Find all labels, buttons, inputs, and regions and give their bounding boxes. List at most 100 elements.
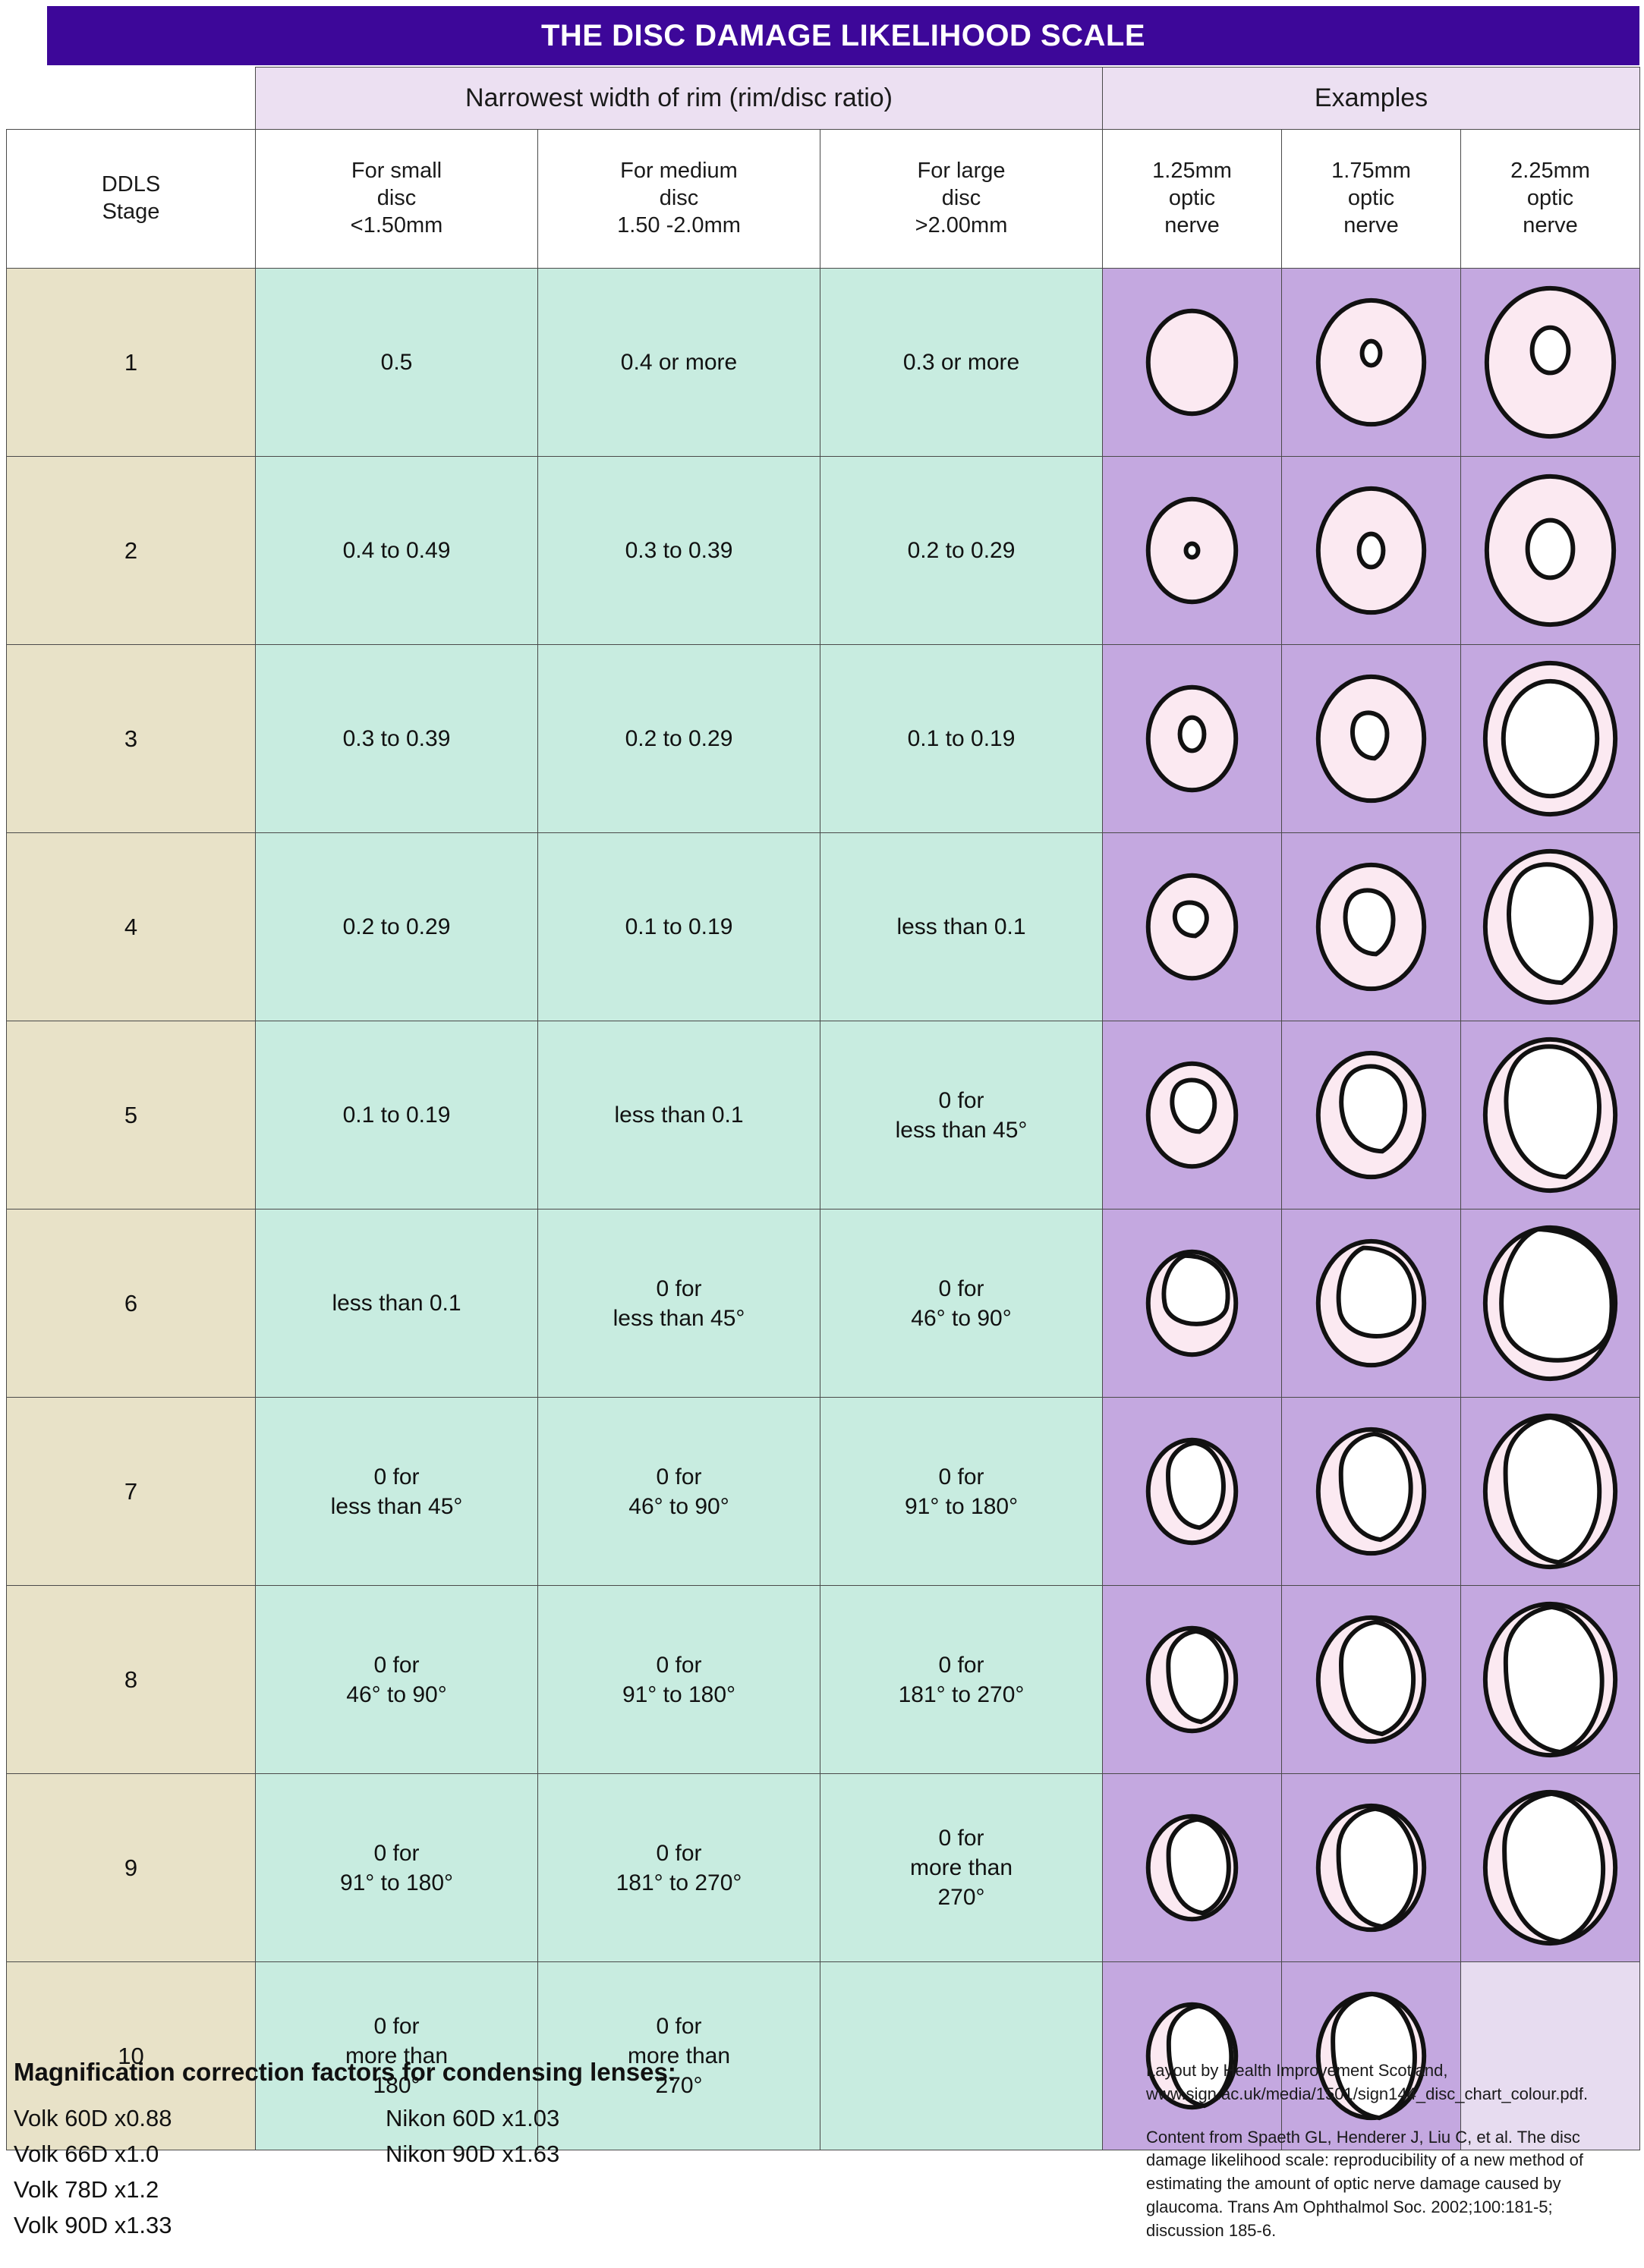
lens-volk-item: Volk 60D x0.88 — [14, 2105, 172, 2131]
lens-nikon-item: Nikon 90D x1.63 — [386, 2141, 560, 2168]
optic-disc-illustration-125 — [1102, 1773, 1283, 1962]
table-header: Narrowest width of rim (rim/disc ratio) … — [6, 67, 1641, 269]
optic-disc-illustration-225 — [1460, 1021, 1641, 1209]
stage-cell: 9 — [6, 1773, 256, 1962]
credit-spacer — [1146, 2106, 1632, 2126]
chart-footer: Magnification correction factors for con… — [0, 2058, 1644, 2268]
optic-disc-illustration-175 — [1281, 1209, 1462, 1398]
magnification-section: Magnification correction factors for con… — [14, 2058, 1016, 2238]
page-title: THE DISC DAMAGE LIKELIHOOD SCALE — [540, 18, 1146, 52]
ratio-cell-large: 0 for less than 45° — [819, 1021, 1104, 1209]
table-row: 6 less than 0.1 0 for less than 45° 0 for 46°… — [6, 1209, 1641, 1398]
optic-disc-illustration-125 — [1102, 1209, 1283, 1398]
column-header-0: DDLS Stage — [6, 129, 256, 269]
ratio-cell-medium: 0 for 46° to 90° — [537, 1397, 820, 1586]
stage-cell: 1 — [6, 268, 256, 457]
table-row: 3 0.3 to 0.39 0.2 to 0.29 0.1 to 0.19 — [6, 644, 1641, 833]
lens-volk-item: Volk 66D x1.0 — [14, 2141, 159, 2168]
disc-graphic — [1103, 645, 1281, 832]
optic-disc-illustration-175 — [1281, 1397, 1462, 1586]
optic-disc-illustration-125 — [1102, 1021, 1283, 1209]
disc-graphic — [1461, 833, 1639, 1021]
table-body: 1 0.5 0.4 or more 0.3 or more 2 0.4 to 0.49 0.… — [6, 268, 1641, 2150]
ratio-cell-medium: 0.3 to 0.39 — [537, 456, 820, 645]
disc-graphic — [1461, 1021, 1639, 1209]
content-credit: Content from Spaeth GL, Henderer J, Liu … — [1146, 2127, 1583, 2240]
column-header-4: 1.25mm optic nerve — [1102, 129, 1283, 269]
group-header-rim: Narrowest width of rim (rim/disc ratio) — [254, 67, 1104, 130]
disc-graphic — [1461, 269, 1639, 456]
disc-graphic — [1103, 269, 1281, 456]
disc-graphic — [1461, 1398, 1639, 1585]
stage-cell: 7 — [6, 1397, 256, 1586]
table-row: 1 0.5 0.4 or more 0.3 or more — [6, 268, 1641, 457]
disc-graphic — [1282, 833, 1460, 1021]
ratio-cell-small: less than 0.1 — [255, 1209, 538, 1398]
table-row: 5 0.1 to 0.19 less than 0.1 0 for less than … — [6, 1021, 1641, 1209]
ratio-cell-large: 0 for 46° to 90° — [819, 1209, 1104, 1398]
optic-disc-illustration-225 — [1460, 1585, 1641, 1774]
ratio-cell-medium: 0 for less than 45° — [537, 1209, 820, 1398]
ratio-cell-large: 0.1 to 0.19 — [819, 644, 1104, 833]
disc-graphic — [1103, 1021, 1281, 1209]
stage-cell: 8 — [6, 1585, 256, 1774]
ratio-cell-medium: 0 for 91° to 180° — [537, 1585, 820, 1774]
optic-disc-illustration-225 — [1460, 1209, 1641, 1398]
optic-disc-illustration-125 — [1102, 456, 1283, 645]
group-header-blank — [6, 67, 256, 130]
chart-title-bar: THE DISC DAMAGE LIKELIHOOD SCALE — [47, 6, 1639, 65]
ratio-cell-large: less than 0.1 — [819, 832, 1104, 1021]
optic-disc-illustration-125 — [1102, 644, 1283, 833]
optic-disc-illustration-175 — [1281, 1021, 1462, 1209]
ratio-cell-medium: 0.1 to 0.19 — [537, 832, 820, 1021]
ddls-table: Narrowest width of rim (rim/disc ratio) … — [6, 67, 1641, 2150]
ratio-cell-large: 0.3 or more — [819, 268, 1104, 457]
layout-credit: Layout by Health Improvement Scotland, w… — [1146, 2061, 1589, 2103]
ddls-chart-page: THE DISC DAMAGE LIKELIHOOD SCALE Narrowe… — [0, 0, 1644, 2268]
ratio-cell-large: 0.2 to 0.29 — [819, 456, 1104, 645]
table-row: 90 for 91° to 180° 0 for 181° to 270° 0 for m… — [6, 1773, 1641, 1962]
ratio-cell-medium: 0.4 or more — [537, 268, 820, 457]
disc-graphic — [1282, 1209, 1460, 1397]
optic-disc-illustration-125 — [1102, 832, 1283, 1021]
group-header-examples: Examples — [1102, 67, 1641, 130]
disc-graphic — [1461, 645, 1639, 832]
optic-disc-illustration-225 — [1460, 456, 1641, 645]
lens-nikon-item: Nikon 60D x1.03 — [386, 2105, 560, 2131]
stage-cell: 2 — [6, 456, 256, 645]
optic-disc-illustration-125 — [1102, 1397, 1283, 1586]
ratio-cell-small: 0 for less than 45° — [255, 1397, 538, 1586]
disc-graphic — [1103, 1209, 1281, 1397]
column-header-row: DDLS Stage For small disc <1.50mm For medium d… — [6, 129, 1641, 269]
ratio-cell-medium: 0.2 to 0.29 — [537, 644, 820, 833]
ratio-cell-small: 0.5 — [255, 268, 538, 457]
ratio-cell-small: 0.2 to 0.29 — [255, 832, 538, 1021]
ratio-cell-large: 0 for more than 270° — [819, 1773, 1104, 1962]
disc-graphic — [1282, 457, 1460, 644]
disc-graphic — [1103, 833, 1281, 1021]
disc-graphic — [1282, 1398, 1460, 1585]
disc-graphic — [1461, 1774, 1639, 1961]
disc-graphic — [1103, 457, 1281, 644]
optic-disc-illustration-175 — [1281, 456, 1462, 645]
lens-column-volk: Volk 60D x0.88 Volk 66D x1.0 Volk 78D x1.2… — [14, 2100, 378, 2243]
optic-disc-illustration-225 — [1460, 1397, 1641, 1586]
optic-disc-illustration-225 — [1460, 644, 1641, 833]
lens-column-nikon: Nikon 60D x1.03 Nikon 90D x1.63 — [386, 2100, 780, 2172]
optic-disc-illustration-225 — [1460, 1773, 1641, 1962]
optic-disc-illustration-225 — [1460, 268, 1641, 457]
ratio-cell-medium: less than 0.1 — [537, 1021, 820, 1209]
column-header-2: For medium disc 1.50 -2.0mm — [537, 129, 820, 269]
ratio-cell-small: 0.4 to 0.49 — [255, 456, 538, 645]
lens-volk-item: Volk 90D x1.33 — [14, 2212, 172, 2239]
disc-graphic — [1103, 1398, 1281, 1585]
disc-graphic — [1282, 1586, 1460, 1773]
ratio-cell-large: 0 for 91° to 180° — [819, 1397, 1104, 1586]
stage-cell: 3 — [6, 644, 256, 833]
stage-cell: 5 — [6, 1021, 256, 1209]
column-header-5: 1.75mm optic nerve — [1281, 129, 1462, 269]
table-row: 4 0.2 to 0.29 0.1 to 0.19 less than 0.1 — [6, 832, 1641, 1021]
optic-disc-illustration-125 — [1102, 1585, 1283, 1774]
disc-graphic — [1282, 269, 1460, 456]
optic-disc-illustration-175 — [1281, 1773, 1462, 1962]
